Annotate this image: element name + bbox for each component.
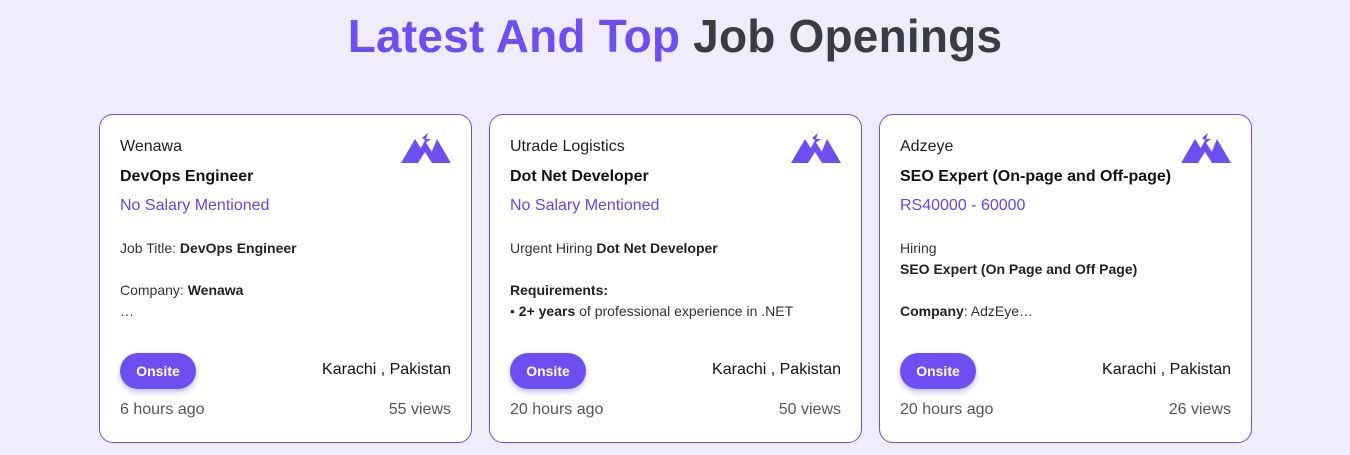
job-description: Urgent Hiring Dot Net Developer Requirem… xyxy=(510,238,841,322)
salary: RS40000 - 60000 xyxy=(900,197,1026,214)
job-location: Karachi , Pakistan xyxy=(712,361,841,378)
desc-value: Company xyxy=(900,303,964,319)
job-description: Hiring SEO Expert (On Page and Off Page)… xyxy=(900,238,1231,322)
onsite-badge[interactable]: Onsite xyxy=(120,353,196,389)
desc-text: : AdzEye… xyxy=(963,303,1034,319)
desc-bullet: • xyxy=(510,303,519,319)
onsite-badge[interactable]: Onsite xyxy=(510,353,586,389)
desc-value: Requirements: xyxy=(510,282,609,298)
job-title[interactable]: SEO Expert (On-page and Off-page) xyxy=(900,167,1231,187)
desc-text: Hiring xyxy=(900,240,937,256)
job-title[interactable]: Dot Net Developer xyxy=(510,167,841,187)
desc-label: Urgent Hiring xyxy=(510,240,597,256)
heading-rest: Job Openings xyxy=(693,10,1003,62)
desc-value: SEO Expert (On Page and Off Page) xyxy=(900,261,1138,277)
job-location: Karachi , Pakistan xyxy=(322,361,451,378)
salary: No Salary Mentioned xyxy=(510,197,660,214)
company-logo-icon xyxy=(401,133,451,163)
onsite-badge[interactable]: Onsite xyxy=(900,353,976,389)
job-description: Job Title: DevOps Engineer Company: Wena… xyxy=(120,238,451,322)
job-card[interactable]: Wenawa DevOps Engineer No Salary Mention… xyxy=(99,114,472,443)
view-count: 50 views xyxy=(778,401,841,418)
desc-label: Company: xyxy=(120,282,188,298)
desc-value: DevOps Engineer xyxy=(179,240,297,256)
job-cards: Wenawa DevOps Engineer No Salary Mention… xyxy=(99,114,1252,443)
desc-value: 2+ years xyxy=(518,303,576,319)
job-location: Karachi , Pakistan xyxy=(1102,361,1231,378)
job-card[interactable]: Adzeye SEO Expert (On-page and Off-page)… xyxy=(879,114,1252,443)
salary: No Salary Mentioned xyxy=(120,197,270,214)
job-card[interactable]: Utrade Logistics Dot Net Developer No Sa… xyxy=(489,114,862,443)
heading-accent: Latest And Top xyxy=(347,10,681,62)
job-title[interactable]: DevOps Engineer xyxy=(120,167,451,187)
posted-time: 6 hours ago xyxy=(120,401,205,418)
desc-label: Job Title: xyxy=(120,240,180,256)
desc-ellipsis: … xyxy=(120,303,134,319)
posted-time: 20 hours ago xyxy=(510,401,604,418)
posted-time: 20 hours ago xyxy=(900,401,994,418)
view-count: 55 views xyxy=(388,401,451,418)
company-logo-icon xyxy=(791,133,841,163)
view-count: 26 views xyxy=(1168,401,1231,418)
page-heading: Latest And Top Job Openings xyxy=(0,10,1350,62)
desc-value: Dot Net Developer xyxy=(596,240,718,256)
company-logo-icon xyxy=(1181,133,1231,163)
desc-value: Wenawa xyxy=(187,282,244,298)
